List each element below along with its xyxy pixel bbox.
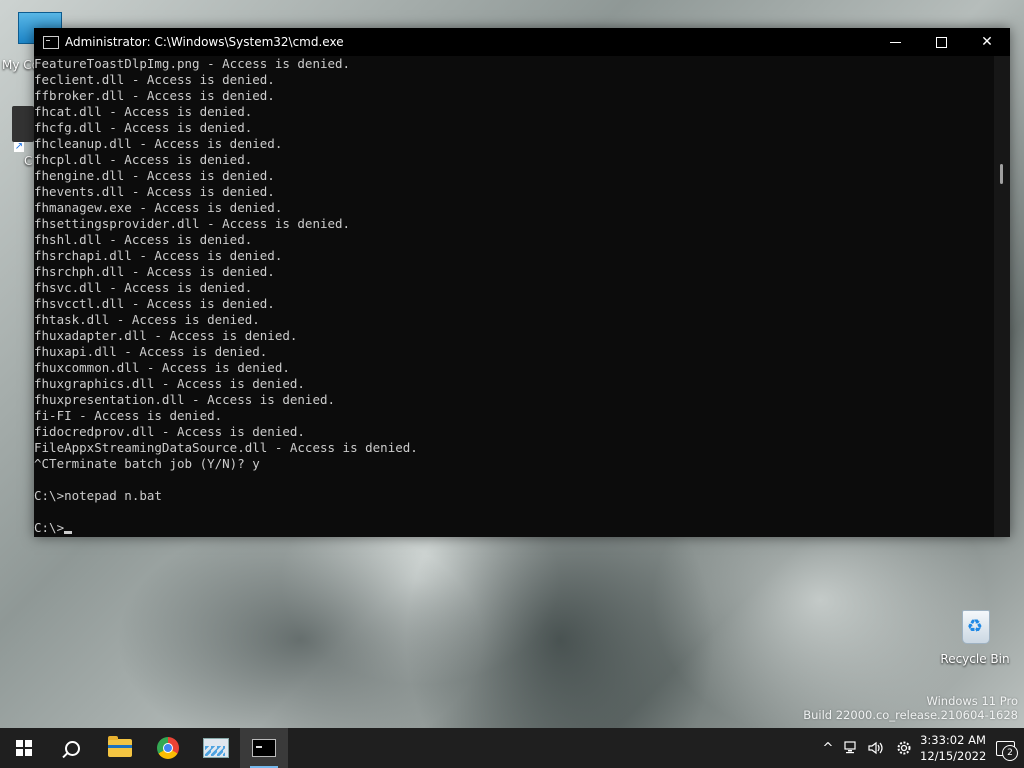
console-line: fhtask.dll - Access is denied. [34,312,260,327]
console-line: fi-FI - Access is denied. [34,408,223,423]
console-prompt: C:\> [34,520,65,535]
recycle-bin-icon: ♻ [956,606,994,646]
console-line: fhuxadapter.dll - Access is denied. [34,328,298,343]
window-controls: ✕ [872,28,1010,56]
command-prompt-icon [252,739,276,757]
cmd-icon [43,35,59,49]
console-line: fhuxapi.dll - Access is denied. [34,344,268,359]
clock-time: 3:33:02 AM [920,733,986,747]
console-line: FeatureToastDlpImg.png - Access is denie… [34,56,351,71]
folder-icon [108,736,132,757]
search-button[interactable] [48,728,96,768]
console-line: ffbroker.dll - Access is denied. [34,88,275,103]
taskbar: ^ 3:33:02 AM 12/15/2022 2 [0,728,1024,768]
vertical-scrollbar[interactable] [994,56,1010,537]
text-cursor [64,531,73,534]
watermark-build: Build 22000.co_release.210604-1628 [803,708,1018,722]
console-line: fhmanagew.exe - Access is denied. [34,200,283,215]
show-hidden-icons-button[interactable]: ^ [816,728,840,768]
desktop-icon-recycle-bin[interactable]: ♻ Recycle Bin [940,606,1010,666]
console-line: fhengine.dll - Access is denied. [34,168,275,183]
clock[interactable]: 3:33:02 AM 12/15/2022 [920,732,986,764]
shortcut-arrow-icon: ↗ [14,141,24,152]
window-titlebar[interactable]: Administrator: C:\Windows\System32\cmd.e… [34,28,1010,56]
clock-date: 12/15/2022 [920,749,987,763]
speaker-icon [868,741,883,755]
console-line: fhuxpresentation.dll - Access is denied. [34,392,336,407]
console-line: fhcat.dll - Access is denied. [34,104,253,119]
console-line: fhuxcommon.dll - Access is denied. [34,360,290,375]
windows-logo-icon [16,740,32,756]
minimize-button[interactable] [872,28,918,56]
close-icon: ✕ [981,34,993,50]
app-icon [12,106,34,142]
scrollbar-thumb[interactable] [1000,164,1003,184]
settings-button[interactable] [888,728,920,768]
gear-icon [897,741,911,755]
console-line: feclient.dll - Access is denied. [34,72,275,87]
desktop-icon-label: Recycle Bin [940,652,1010,666]
console-line: C:\>notepad n.bat [34,488,162,503]
taskbar-command-prompt[interactable] [240,728,288,768]
console-line: fhshl.dll - Access is denied. [34,232,253,247]
console-line: FileAppxStreamingDataSource.dll - Access… [34,440,418,455]
console-output[interactable]: FeatureToastDlpImg.png - Access is denie… [34,56,994,537]
window-title: Administrator: C:\Windows\System32\cmd.e… [65,35,344,49]
minimize-icon [889,41,901,43]
console-line: fhcleanup.dll - Access is denied. [34,136,283,151]
search-icon [64,740,80,756]
volume-button[interactable] [864,728,888,768]
performance-monitor-icon [203,738,229,758]
windows-watermark: Windows 11 Pro Build 22000.co_release.21… [803,694,1018,722]
chevron-up-icon: ^ [822,740,834,756]
taskbar-file-explorer[interactable] [96,728,144,768]
console-line: fhsettingsprovider.dll - Access is denie… [34,216,351,231]
console-line: fhevents.dll - Access is denied. [34,184,275,199]
console-prompt-line[interactable]: C:\> [34,520,994,536]
taskbar-performance-monitor[interactable] [192,728,240,768]
desktop-icon-label: C [24,154,33,168]
start-button[interactable] [0,728,48,768]
notification-center-button[interactable]: 2 [986,728,1024,768]
maximize-icon [935,36,947,48]
desktop-icon-shortcut[interactable]: ↗ C [12,106,36,168]
chrome-icon [157,737,179,759]
console-line: fidocredprov.dll - Access is denied. [34,424,305,439]
console-line: fhsrchapi.dll - Access is denied. [34,248,283,263]
console-line: ^CTerminate batch job (Y/N)? y [34,456,260,471]
console-line: fhsrchph.dll - Access is denied. [34,264,275,279]
maximize-button[interactable] [918,28,964,56]
console-line: fhsvc.dll - Access is denied. [34,280,253,295]
console-line: fhsvcctl.dll - Access is denied. [34,296,275,311]
cmd-window[interactable]: Administrator: C:\Windows\System32\cmd.e… [34,28,1010,537]
system-tray: ^ 3:33:02 AM 12/15/2022 2 [816,728,1024,768]
notification-badge: 2 [1002,745,1018,761]
console-line: fhcfg.dll - Access is denied. [34,120,253,135]
network-icon [844,741,856,754]
console-line: fhcpl.dll - Access is denied. [34,152,253,167]
network-button[interactable] [840,728,864,768]
watermark-edition: Windows 11 Pro [926,694,1018,708]
close-button[interactable]: ✕ [964,28,1010,56]
console-line: fhuxgraphics.dll - Access is denied. [34,376,305,391]
taskbar-chrome[interactable] [144,728,192,768]
